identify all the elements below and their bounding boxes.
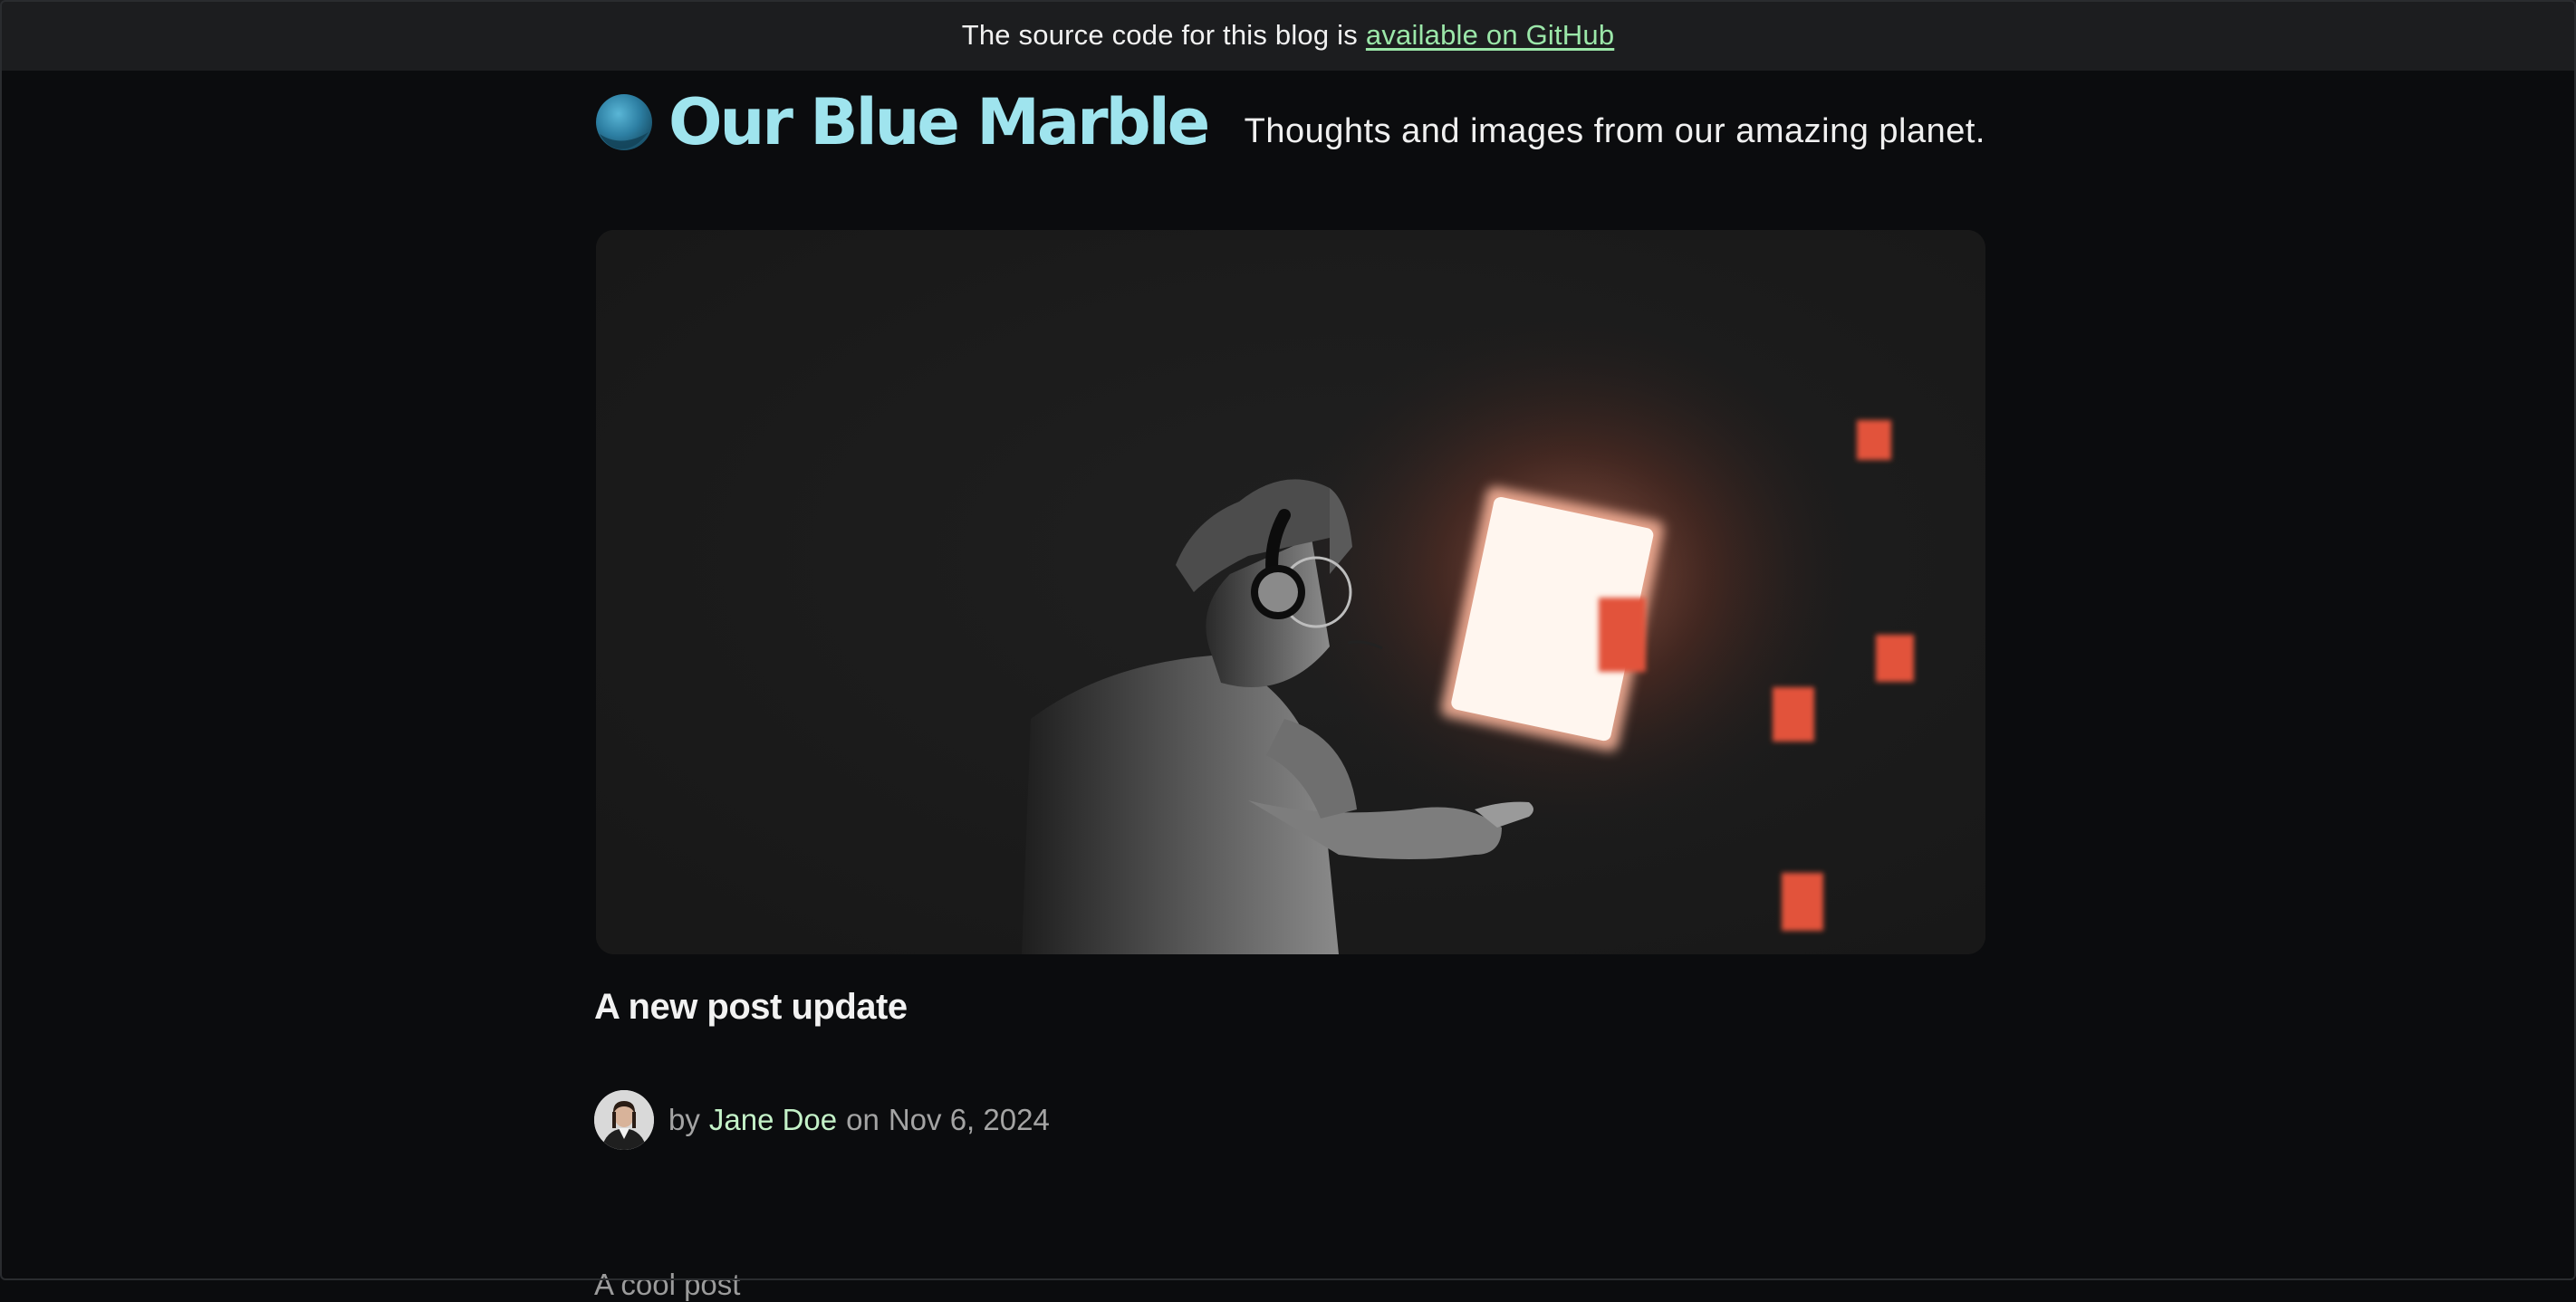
site-header: Our Blue Marble Thoughts and images from… [594, 71, 1985, 230]
on-label: on [846, 1103, 879, 1136]
site-logo-link[interactable]: Our Blue Marble [594, 85, 1210, 159]
blue-marble-icon [596, 94, 652, 150]
github-link[interactable]: available on GitHub [1366, 19, 1614, 52]
author-link[interactable]: Jane Doe [709, 1103, 837, 1137]
by-label: by [668, 1103, 700, 1136]
banner-text: The source code for this blog is [961, 19, 1358, 51]
post-title[interactable]: A new post update [594, 987, 908, 1028]
site-tagline: Thoughts and images from our amazing pla… [1244, 112, 1985, 150]
post-meta: by Jane Doe on Nov 6, 2024 [594, 1090, 1050, 1150]
hero-illustration [596, 230, 1985, 954]
page-container: Our Blue Marble Thoughts and images from… [594, 71, 1985, 1301]
post-date: Nov 6, 2024 [888, 1103, 1050, 1136]
post-excerpt: A cool post [594, 1268, 741, 1301]
top-banner: The source code for this blog is availab… [0, 0, 2576, 71]
post-hero-image[interactable] [596, 230, 1985, 954]
avatar-portrait-icon [594, 1090, 654, 1150]
author-avatar [594, 1090, 654, 1150]
site-title: Our Blue Marble [668, 85, 1210, 159]
